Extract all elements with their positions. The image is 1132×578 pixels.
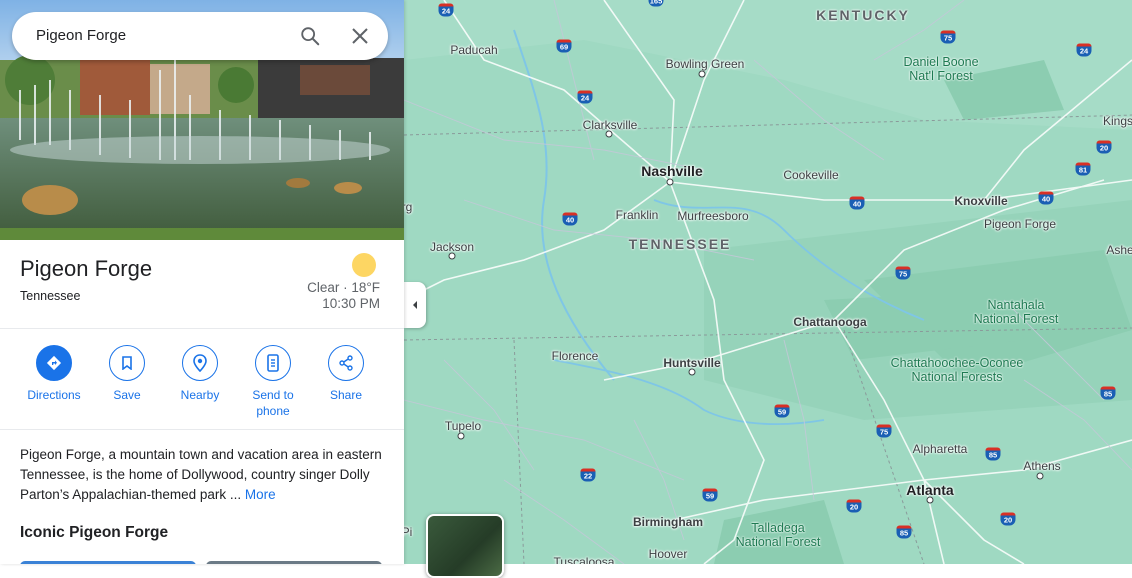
- city-dot: [448, 252, 456, 260]
- park-daniel-boone: Daniel Boone Nat'l Forest: [903, 55, 979, 83]
- send-to-phone-button[interactable]: Send to phone: [238, 345, 308, 419]
- city-chattanooga[interactable]: Chattanooga: [793, 315, 866, 329]
- city-dot: [698, 70, 706, 78]
- city-partial-left: rg: [404, 200, 413, 214]
- city-hoover[interactable]: Hoover: [649, 547, 688, 561]
- map-terrain: [404, 0, 1132, 564]
- highway-shield: 40: [562, 212, 578, 226]
- search-box[interactable]: Pigeon Forge: [12, 12, 388, 60]
- divider: [0, 429, 404, 430]
- city-tupelo[interactable]: Tupelo: [445, 419, 481, 433]
- layers-button[interactable]: [426, 514, 504, 578]
- close-icon[interactable]: [350, 26, 370, 46]
- city-kingsport[interactable]: Kings: [1103, 114, 1132, 128]
- share-icon: [328, 345, 364, 381]
- city-cookeville[interactable]: Cookeville: [783, 168, 838, 182]
- place-title: Pigeon Forge: [20, 256, 153, 281]
- map-canvas[interactable]: KENTUCKY TENNESSEE Daniel Boone Nat'l Fo…: [404, 0, 1132, 564]
- collapse-panel-button[interactable]: [404, 282, 426, 328]
- highway-shield: 81: [1075, 162, 1091, 176]
- highway-shield: 85: [1100, 386, 1116, 400]
- city-dot: [688, 368, 696, 376]
- highway-shield: 20: [1096, 140, 1112, 154]
- city-dot: [457, 432, 465, 440]
- highway-shield: 165: [648, 0, 664, 7]
- highway-shield: 69: [556, 39, 572, 53]
- place-description: Pigeon Forge, a mountain town and vacati…: [20, 445, 386, 505]
- nearby-button[interactable]: Nearby: [165, 345, 235, 403]
- city-alpharetta[interactable]: Alpharetta: [913, 442, 968, 456]
- park-chattahoochee: Chattahoochee-Oconee National Forests: [890, 356, 1024, 384]
- weather-condition: Clear · 18°F: [307, 280, 380, 295]
- highway-shield: 85: [896, 525, 912, 539]
- city-dot: [1036, 472, 1044, 480]
- nearby-icon: [182, 345, 218, 381]
- city-dot: [605, 130, 613, 138]
- city-partial-bottom: Pi: [404, 525, 413, 539]
- send-to-phone-icon: [255, 345, 291, 381]
- highway-shield: 20: [1000, 512, 1016, 526]
- more-link[interactable]: More: [245, 487, 276, 502]
- highway-shield: 75: [876, 424, 892, 438]
- city-dot: [926, 496, 934, 504]
- city-bowling-green[interactable]: Bowling Green: [666, 57, 745, 71]
- city-asheville[interactable]: Ashe: [1106, 243, 1132, 257]
- search-icon[interactable]: [299, 25, 321, 47]
- directions-button[interactable]: Directions: [19, 345, 89, 403]
- highway-shield: 59: [774, 404, 790, 418]
- state-label-tennessee: TENNESSEE: [628, 236, 732, 252]
- share-label: Share: [329, 388, 363, 402]
- city-murfreesboro[interactable]: Murfreesboro: [677, 209, 748, 223]
- city-paducah[interactable]: Paducah: [450, 43, 497, 57]
- section-title: Iconic Pigeon Forge: [20, 524, 169, 541]
- highway-shield: 22: [580, 468, 596, 482]
- send-to-phone-label: Send to phone: [252, 388, 294, 418]
- city-pigeon-forge[interactable]: Pigeon Forge: [984, 217, 1056, 231]
- nearby-label: Nearby: [180, 388, 220, 402]
- directions-icon: [36, 345, 72, 381]
- search-input[interactable]: Pigeon Forge: [36, 27, 126, 44]
- city-birmingham[interactable]: Birmingham: [633, 515, 703, 529]
- city-franklin[interactable]: Franklin: [616, 208, 659, 222]
- description-text: Pigeon Forge, a mountain town and vacati…: [20, 447, 382, 502]
- place-hero-image[interactable]: Pigeon Forge: [0, 0, 404, 240]
- city-florence[interactable]: Florence: [552, 349, 599, 363]
- highway-shield: 75: [940, 30, 956, 44]
- park-nantahala: Nantahala National Forest: [973, 298, 1059, 326]
- directions-label: Directions: [27, 388, 81, 402]
- place-panel: Pigeon Forge Pigeon Forge Tennessee Clea…: [0, 0, 404, 564]
- state-label-kentucky: KENTUCKY: [816, 7, 910, 23]
- chevron-left-icon: [413, 301, 417, 309]
- highway-shield: 24: [1076, 43, 1092, 57]
- highway-shield: 59: [702, 488, 718, 502]
- highway-shield: 40: [1038, 191, 1054, 205]
- weather-time: 10:30 PM: [322, 296, 380, 311]
- highway-shield: 75: [895, 266, 911, 280]
- highway-shield: 20: [846, 499, 862, 513]
- sun-icon: [352, 253, 376, 277]
- city-knoxville[interactable]: Knoxville: [954, 194, 1007, 208]
- share-button[interactable]: Share: [311, 345, 381, 403]
- park-talladega: Talladega National Forest: [735, 521, 821, 549]
- save-label: Save: [113, 388, 141, 402]
- place-subtitle: Tennessee: [20, 289, 81, 303]
- bookmark-icon: [109, 345, 145, 381]
- divider: [0, 328, 404, 329]
- city-dot: [666, 178, 674, 186]
- highway-shield: 24: [438, 3, 454, 17]
- city-tuscaloosa[interactable]: Tuscaloosa: [554, 555, 615, 564]
- highway-shield: 40: [849, 196, 865, 210]
- save-button[interactable]: Save: [92, 345, 162, 403]
- city-athens[interactable]: Athens: [1023, 459, 1060, 473]
- highway-shield: 24: [577, 90, 593, 104]
- highway-shield: 85: [985, 447, 1001, 461]
- city-nashville[interactable]: Nashville: [641, 163, 702, 179]
